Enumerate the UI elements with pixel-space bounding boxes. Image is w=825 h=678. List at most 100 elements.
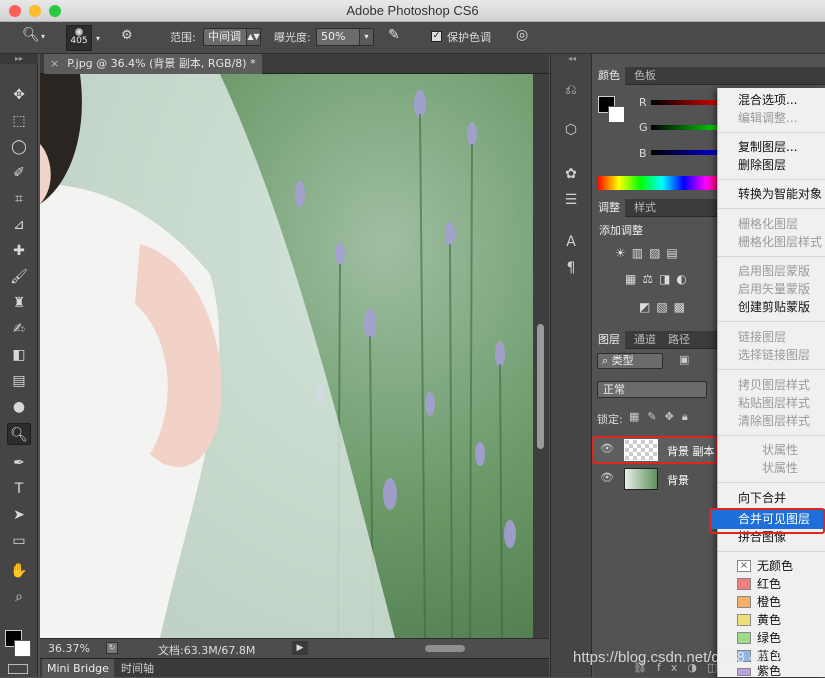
crop-tool-icon[interactable]: ⌗: [7, 188, 31, 210]
healing-brush-tool-icon[interactable]: ✚: [7, 240, 31, 262]
menu-item-red[interactable]: 红色: [757, 575, 781, 593]
menu-item-paste-layer-style[interactable]: 粘贴图层样式: [738, 394, 810, 412]
3d-panel-icon[interactable]: ⬡: [560, 120, 582, 140]
brush-preset-picker[interactable]: 405: [66, 25, 92, 51]
dock-collapse-icon[interactable]: ◂◂: [551, 54, 593, 64]
history-brush-tool-icon[interactable]: ✍: [7, 318, 31, 340]
lasso-tool-icon[interactable]: ◯: [7, 136, 31, 158]
eraser-tool-icon[interactable]: ◧: [7, 344, 31, 366]
menu-item-clear-layer-style[interactable]: 清除图层样式: [738, 412, 810, 430]
vertical-scrollbar[interactable]: [533, 74, 549, 638]
adjustment-icons-row-3[interactable]: ◩▧▩: [639, 300, 729, 316]
gradient-tool-icon[interactable]: ▤: [7, 370, 31, 392]
eye-icon[interactable]: 👁︎: [600, 471, 614, 484]
minimize-window-button[interactable]: [29, 5, 41, 17]
exposure-slider-arrow[interactable]: ▾: [359, 29, 373, 45]
bg-color-swatch[interactable]: [608, 106, 625, 123]
status-menu-arrow-icon[interactable]: ▶: [292, 641, 308, 655]
tab-mini-bridge[interactable]: Mini Bridge: [42, 659, 114, 678]
menu-item-link-layers[interactable]: 链接图层: [738, 328, 786, 346]
brush-panel-icon[interactable]: ⚙: [121, 28, 133, 43]
brush-panel-icon[interactable]: ✿: [560, 164, 582, 184]
history-panel-icon[interactable]: ⎌: [560, 80, 582, 100]
menu-item-blending-options[interactable]: 混合选项...: [738, 91, 797, 109]
menu-item-yellow[interactable]: 黄色: [757, 611, 781, 629]
tab-layers[interactable]: 图层: [593, 331, 625, 349]
adjustment-icons-row-2[interactable]: ▦⚖◨◐: [625, 272, 725, 288]
menu-item-edit-adjustment[interactable]: 编辑调整...: [738, 109, 797, 127]
marquee-tool-icon[interactable]: ⬚: [7, 110, 31, 132]
quick-mask-icon[interactable]: [8, 664, 28, 674]
document-tab[interactable]: × P.jpg @ 36.4% (背景 副本, RGB/8) *: [44, 54, 262, 74]
search-icon: ⌕: [602, 354, 612, 367]
menu-item-select-linked-layers[interactable]: 选择链接图层: [738, 346, 810, 364]
export-icon[interactable]: ↻: [106, 642, 118, 654]
menu-item-green[interactable]: 绿色: [757, 629, 781, 647]
menu-item-create-clipping-mask[interactable]: 创建剪贴蒙版: [738, 298, 810, 316]
brush-dropdown-icon[interactable]: ▾: [96, 34, 100, 43]
menu-item-rasterize-layer-style[interactable]: 栅格化图层样式: [738, 233, 822, 251]
dodge-tool-preset-icon[interactable]: 🔍︎: [22, 27, 40, 43]
tab-styles[interactable]: 样式: [629, 199, 661, 217]
eyedropper-tool-icon[interactable]: ⊿: [7, 214, 31, 236]
tab-timeline[interactable]: 时间轴: [116, 659, 159, 678]
zoom-level[interactable]: 36.37%: [48, 642, 90, 655]
filter-image-icon[interactable]: ▣: [679, 353, 689, 366]
menu-item-rasterize-layer[interactable]: 栅格化图层: [738, 215, 798, 233]
menu-item-violet[interactable]: 紫色: [757, 665, 781, 677]
color-spectrum-bar[interactable]: [597, 176, 727, 190]
range-select[interactable]: 中间调 ▲▼: [203, 28, 261, 46]
menu-item-convert-smart-object[interactable]: 转换为智能对象: [738, 185, 822, 203]
lock-icons[interactable]: ▦✎✥🔒︎: [629, 410, 696, 424]
image-canvas[interactable]: [40, 74, 533, 638]
add-adjustment-title: 添加调整: [599, 224, 643, 237]
layer-filter-select[interactable]: ⌕ 类型: [597, 353, 663, 369]
tab-adjustments[interactable]: 调整: [593, 199, 625, 217]
type-tool-icon[interactable]: T: [7, 478, 31, 500]
menu-item-duplicate-layer[interactable]: 复制图层...: [738, 138, 797, 156]
preset-dropdown-icon[interactable]: ▾: [41, 32, 45, 41]
menu-item-merge-down[interactable]: 向下合并: [738, 489, 786, 507]
background-color-swatch[interactable]: [14, 640, 31, 657]
horizontal-scrollbar-thumb[interactable]: [425, 645, 465, 652]
zoom-tool-icon[interactable]: ⌕: [7, 586, 31, 608]
dodge-tool-icon[interactable]: 🔍︎: [7, 423, 31, 445]
pen-tool-icon[interactable]: ✒: [7, 452, 31, 474]
menu-item-enable-vector-mask[interactable]: 启用矢量蒙版: [738, 280, 810, 298]
zoom-window-button[interactable]: [49, 5, 61, 17]
close-window-button[interactable]: [9, 5, 21, 17]
hand-tool-icon[interactable]: ✋: [7, 560, 31, 582]
menu-item-orange[interactable]: 橙色: [757, 593, 781, 611]
adjustment-icons-row-1[interactable]: ☀▥▨▤: [615, 246, 715, 262]
menu-item-shape-attributes-2[interactable]: 状属性: [762, 459, 798, 477]
tab-paths[interactable]: 路径: [663, 331, 695, 349]
menu-item-no-color[interactable]: 无颜色: [757, 557, 793, 575]
quick-select-tool-icon[interactable]: ✐: [7, 162, 31, 184]
tab-color[interactable]: 颜色: [593, 67, 625, 85]
scrollbar-thumb[interactable]: [537, 324, 544, 449]
brush-tool-icon[interactable]: 🖌︎: [7, 266, 31, 288]
close-icon[interactable]: ×: [50, 57, 59, 70]
lock-label: 锁定:: [597, 413, 623, 426]
window-title: Adobe Photoshop CS6: [346, 3, 479, 18]
blend-mode-select[interactable]: 正常: [597, 381, 707, 398]
airbrush-icon[interactable]: ✎: [388, 27, 400, 43]
rectangle-tool-icon[interactable]: ▭: [7, 530, 31, 552]
menu-item-copy-layer-style[interactable]: 拷贝图层样式: [738, 376, 810, 394]
pressure-icon[interactable]: ◎: [516, 27, 528, 43]
menu-item-delete-layer[interactable]: 删除图层: [738, 156, 786, 174]
move-tool-icon[interactable]: ✥: [7, 84, 31, 106]
path-selection-tool-icon[interactable]: ➤: [7, 504, 31, 526]
protect-tones-checkbox[interactable]: ✓: [431, 31, 442, 42]
character-panel-icon[interactable]: A: [560, 232, 582, 252]
exposure-input[interactable]: 50% ▾: [316, 28, 374, 46]
tab-channels[interactable]: 通道: [629, 331, 661, 349]
blur-tool-icon[interactable]: ●: [7, 396, 31, 418]
paragraph-panel-icon[interactable]: ¶: [560, 258, 582, 278]
clone-stamp-tool-icon[interactable]: ♜: [7, 292, 31, 314]
properties-panel-icon[interactable]: ☰: [560, 190, 582, 210]
menu-item-shape-attributes-1[interactable]: 状属性: [762, 441, 798, 459]
menu-item-enable-layer-mask[interactable]: 启用图层蒙版: [738, 262, 810, 280]
tab-swatches[interactable]: 色板: [629, 67, 661, 85]
toolbox-collapse-icon[interactable]: ▸▸: [0, 54, 38, 64]
